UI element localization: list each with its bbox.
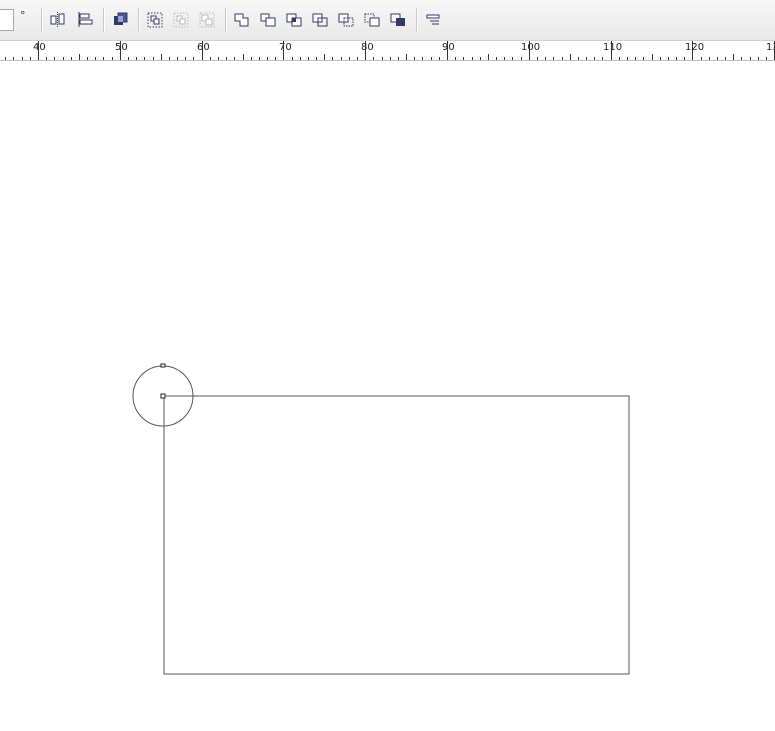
ruler-label: 90 (442, 42, 455, 53)
ruler-label: 80 (361, 42, 374, 53)
toolbar-separator (138, 8, 139, 32)
align-objects-icon (78, 12, 93, 27)
degree-label: ° (20, 9, 26, 22)
group-button[interactable] (145, 10, 165, 30)
ruler-label: 50 (115, 42, 128, 53)
drawing-canvas[interactable] (0, 61, 775, 731)
group-icon (147, 12, 163, 28)
front-minus-back-icon (338, 13, 354, 27)
ruler-label: 120 (685, 42, 705, 53)
object-properties-button[interactable] (423, 10, 443, 30)
intersect-icon (286, 13, 302, 27)
simplify-button[interactable] (310, 10, 330, 30)
ungroup-button[interactable] (171, 10, 191, 30)
ruler-label: 60 (197, 42, 210, 53)
intersect-button[interactable] (284, 10, 304, 30)
align-distribute-button[interactable] (48, 10, 68, 30)
back-minus-front-button[interactable] (362, 10, 382, 30)
object-properties-icon (426, 14, 440, 25)
align-objects-button[interactable] (75, 10, 95, 30)
trim-icon (260, 13, 276, 27)
trim-button[interactable] (258, 10, 278, 30)
front-minus-back-button[interactable] (336, 10, 356, 30)
ruler-label: 40 (33, 42, 46, 53)
rotation-angle-input[interactable] (0, 9, 14, 31)
ruler-label: 100 (521, 42, 541, 53)
ruler-label: 13 (766, 42, 775, 53)
circle-node-handle[interactable] (160, 363, 166, 368)
back-minus-front-icon (364, 13, 380, 27)
align-distribute-icon (50, 12, 65, 27)
create-boundary-button[interactable] (388, 10, 408, 30)
ungroup-icon (173, 12, 189, 28)
horizontal-ruler[interactable]: 40 50 60 70 80 90 100 110 120 13 (0, 41, 775, 61)
ruler-label: 70 (279, 42, 292, 53)
ungroup-all-icon (199, 12, 215, 28)
toolbar-separator (41, 8, 42, 32)
weld-button[interactable] (232, 10, 252, 30)
rectangle-node-handle[interactable] (160, 393, 166, 399)
rectangle-shape[interactable] (163, 395, 630, 675)
toolbar-separator (103, 8, 104, 32)
toolbar-separator (225, 8, 226, 32)
property-toolbar: ° (0, 0, 775, 41)
combine-icon (114, 12, 128, 25)
simplify-icon (312, 13, 328, 27)
create-boundary-icon (390, 13, 405, 26)
toolbar-separator (416, 8, 417, 32)
combine-button[interactable] (110, 10, 130, 30)
drawing-page (132, 363, 630, 675)
weld-icon (234, 13, 249, 27)
ungroup-all-button[interactable] (197, 10, 217, 30)
ruler-label: 110 (603, 42, 623, 53)
